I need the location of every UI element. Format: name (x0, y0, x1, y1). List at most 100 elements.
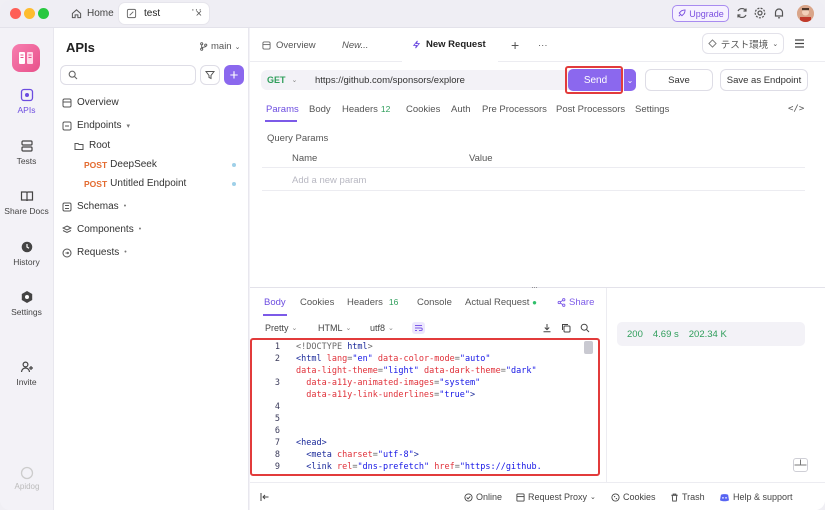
table-divider (262, 167, 805, 168)
response-split[interactable] (606, 288, 607, 482)
copy-icon[interactable] (561, 323, 571, 333)
rail-item-share-docs[interactable]: Share Docs (0, 189, 53, 216)
trash-button[interactable]: Trash (670, 492, 705, 502)
more-tabs-menu[interactable]: ··· (528, 28, 558, 62)
tab-console[interactable]: Console (417, 297, 452, 308)
tab-pre-processors[interactable]: Pre Processors (482, 104, 547, 115)
tab-new-request[interactable]: New Request (402, 28, 498, 62)
book-icon (20, 191, 33, 202)
branch-selector[interactable]: main ⌄ (199, 41, 240, 52)
tree-item-overview-label: Overview (77, 97, 119, 108)
online-icon (464, 492, 473, 502)
zoom-window-button[interactable] (38, 8, 49, 19)
cookies-label: Cookies (623, 492, 656, 502)
menu-icon (795, 39, 804, 48)
close-window-button[interactable] (10, 8, 21, 19)
tree-item-root[interactable]: Root (74, 140, 110, 151)
tab-auth[interactable]: Auth (451, 104, 471, 115)
tree-item-endpoints[interactable]: Endpoints ▾ (62, 120, 130, 131)
rail-item-apis[interactable]: APIs (0, 88, 53, 115)
tab-response-body[interactable]: Body (264, 297, 286, 308)
tab-response-headers[interactable]: Headers 16 (347, 297, 398, 308)
help-support-button[interactable]: Help & support (719, 492, 793, 502)
tab-actual-request[interactable]: Actual Request ● (465, 297, 537, 308)
online-label: Online (476, 492, 503, 502)
column-header-name: Name (292, 153, 318, 164)
encoding-selector[interactable]: utf8 ⌄ (370, 323, 394, 333)
tab-settings[interactable]: Settings (635, 104, 669, 115)
sidebar-search[interactable] (60, 65, 196, 85)
rail-item-invite[interactable]: Invite (0, 360, 53, 387)
cookies-button[interactable]: Cookies (611, 492, 656, 502)
rail-footer-label: Apidog (14, 482, 40, 491)
upgrade-button[interactable]: Upgrade (672, 5, 729, 22)
tree-item-schemas[interactable]: Schemas • (62, 201, 126, 212)
send-options-button[interactable]: ⌄ (624, 69, 636, 91)
gear-icon[interactable] (753, 6, 767, 20)
code-icon[interactable]: </> (788, 104, 804, 114)
request-proxy-selector[interactable]: Request Proxy ⌄ (516, 492, 596, 502)
share-button[interactable]: Share (557, 297, 594, 308)
language-label: HTML (318, 323, 343, 333)
url-input[interactable]: https://github.com/sponsors/explore (315, 75, 465, 86)
dot-icon: • (124, 249, 127, 256)
tree-item-components[interactable]: Components • (62, 224, 141, 235)
title-bar: Home test × ··· Upgrade (0, 0, 825, 28)
sync-icon[interactable] (735, 6, 749, 20)
view-mode-selector[interactable]: Pretty ⌄ (265, 323, 297, 333)
tree-item-endpoints-label: Endpoints (77, 120, 122, 131)
chevron-down-icon: ⌄ (388, 325, 394, 332)
chevron-down-icon: ⌄ (590, 494, 596, 501)
tab-headers[interactable]: Headers 12 (342, 104, 390, 115)
branch-icon (200, 42, 208, 51)
headers-count-badge: 12 (380, 104, 391, 114)
folder-icon (74, 142, 84, 150)
environment-selector[interactable]: テスト環境 ⌄ (702, 33, 784, 54)
add-param-input[interactable]: Add a new param (292, 175, 366, 186)
tab-response-headers-label: Headers (347, 297, 383, 308)
download-icon[interactable] (542, 323, 552, 333)
components-icon (62, 224, 72, 233)
method-label: GET (267, 75, 286, 85)
bell-icon[interactable] (772, 6, 786, 20)
tree-item-endpoint-untitled[interactable]: POST Untitled Endpoint (84, 178, 186, 189)
request-tab-bar: Overview New... New Request + ··· テスト環境 … (250, 28, 825, 62)
rail-item-settings[interactable]: Settings (0, 290, 53, 317)
rail-item-tests[interactable]: Tests (0, 139, 53, 166)
language-selector[interactable]: HTML ⌄ (318, 323, 351, 333)
tab-home[interactable]: Home (65, 4, 120, 23)
method-selector[interactable]: GET ⌄ (261, 75, 301, 85)
avatar[interactable] (797, 5, 814, 22)
filter-button[interactable] (200, 65, 220, 85)
tree-item-requests[interactable]: Requests • (62, 247, 127, 258)
share-icon (557, 298, 566, 307)
rail-item-history[interactable]: History (0, 240, 53, 267)
save-button[interactable]: Save (645, 69, 713, 91)
add-tab-button[interactable]: + (501, 28, 529, 62)
layout-toggle-icon[interactable] (793, 458, 808, 472)
rail-item-apis-label: APIs (17, 105, 36, 115)
online-status[interactable]: Online (464, 492, 502, 502)
tab-body[interactable]: Body (309, 104, 331, 115)
chevron-down-icon: ⌄ (345, 325, 352, 332)
tree-item-schemas-label: Schemas (77, 201, 119, 212)
search-icon[interactable] (580, 323, 590, 333)
collapse-sidebar-icon[interactable] (260, 492, 270, 502)
tab-params[interactable]: Params (266, 104, 299, 115)
minimize-window-button[interactable] (24, 8, 35, 19)
hamburger-menu-button[interactable] (791, 35, 808, 52)
tab-overview[interactable]: Overview (252, 28, 326, 62)
tab-new-draft[interactable]: New... (332, 28, 378, 62)
panel-divider[interactable] (250, 287, 825, 288)
wrap-toggle[interactable] (412, 322, 425, 334)
tree-item-endpoint-deepseek[interactable]: POST DeepSeek (84, 159, 157, 170)
save-as-endpoint-button[interactable]: Save as Endpoint (720, 69, 808, 91)
tree-item-overview[interactable]: Overview (62, 97, 119, 108)
add-button[interactable]: + (224, 65, 244, 85)
tab-post-processors[interactable]: Post Processors (556, 104, 625, 115)
tab-cookies[interactable]: Cookies (406, 104, 440, 115)
column-header-value: Value (469, 153, 493, 164)
rocket-icon (678, 9, 686, 17)
more-tabs-button[interactable]: ··· (191, 4, 202, 16)
tab-response-cookies[interactable]: Cookies (300, 297, 334, 308)
